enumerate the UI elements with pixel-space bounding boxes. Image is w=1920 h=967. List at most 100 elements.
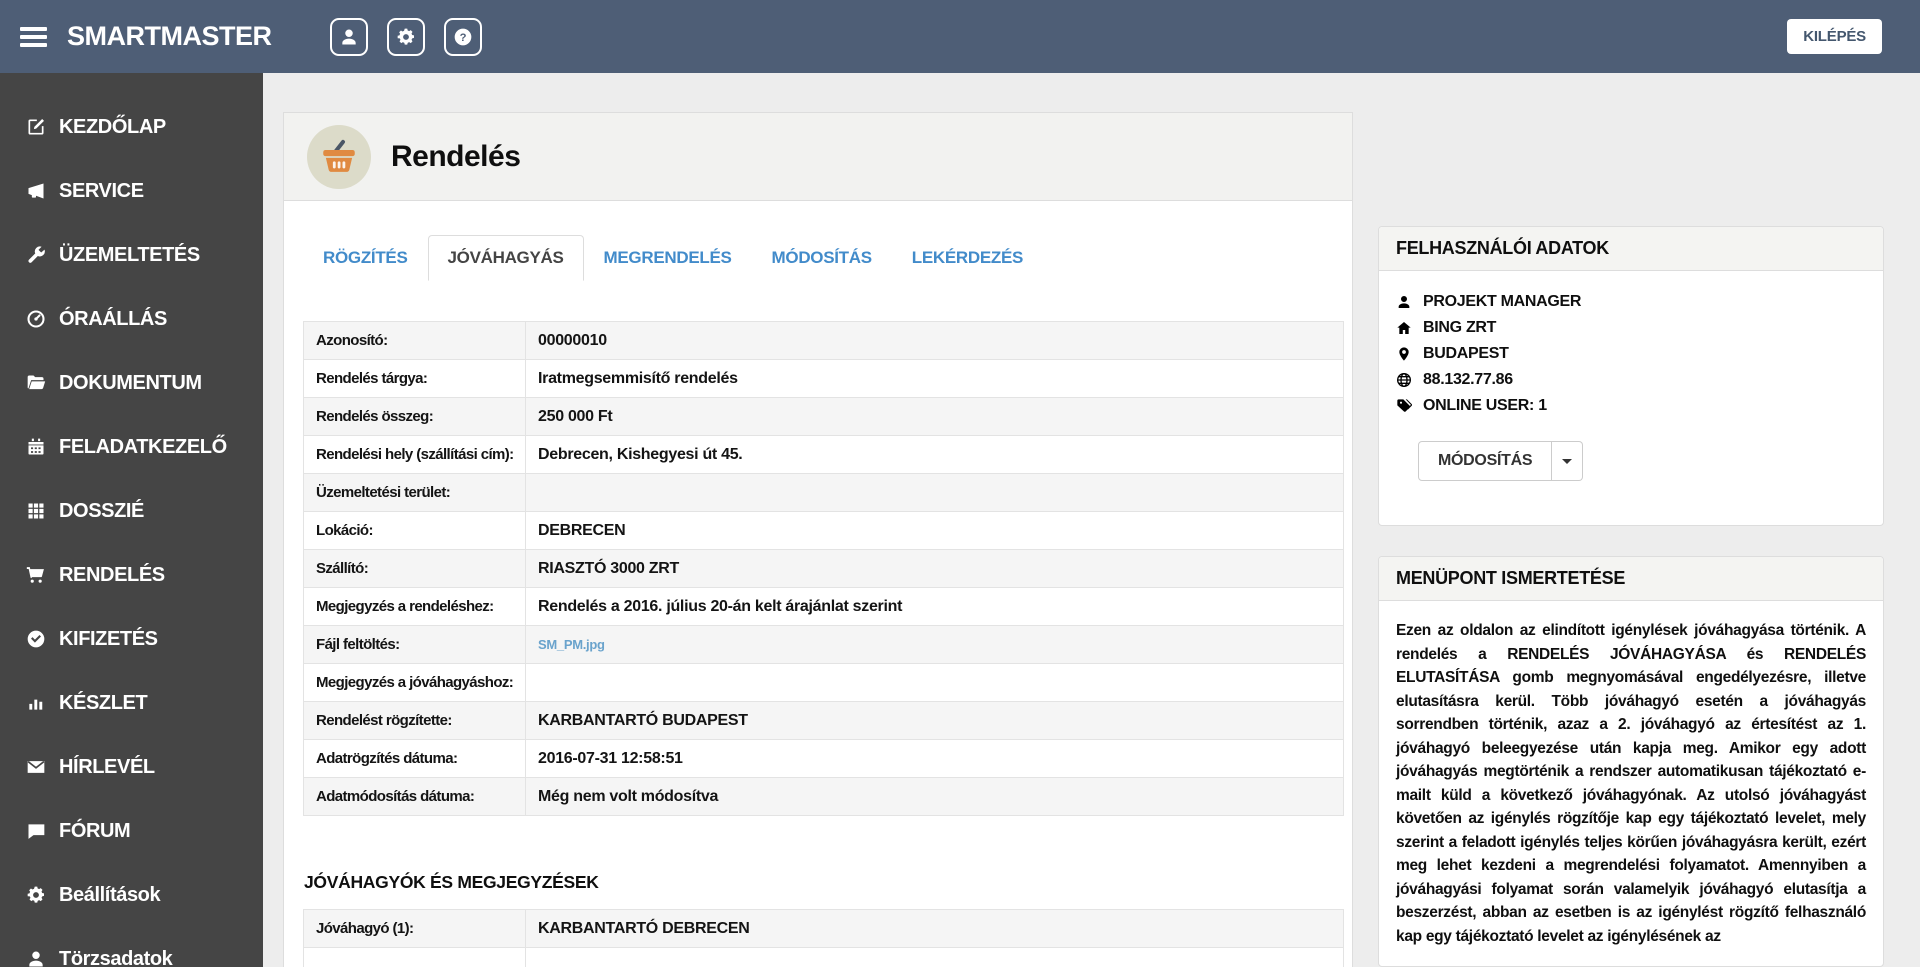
sidebar-item-feladatkezelo[interactable]: FELADATKEZELŐ <box>0 415 263 479</box>
user-button[interactable] <box>329 17 368 56</box>
order-details-table: Azonosító: 00000010 Rendelés tárgya: Iratme… <box>303 321 1344 816</box>
sidebar-item-dosszie[interactable]: DOSSZIÉ <box>0 479 263 543</box>
globe-icon <box>1397 373 1411 387</box>
field-value: SM_PM.jpg <box>525 625 1344 664</box>
field-label: Rendelés tárgya: <box>303 359 526 398</box>
field-label: Üzemeltetési terület: <box>303 473 526 512</box>
detail-row: Fájl feltöltés: SM_PM.jpg <box>303 625 1344 664</box>
folder-icon <box>27 375 46 390</box>
user-data-item: 88.132.77.86 <box>1396 367 1866 393</box>
tab-lekerdezes[interactable]: LEKÉRDEZÉS <box>892 235 1043 281</box>
sidebar-item-keszlet[interactable]: KÉSZLET <box>0 671 263 735</box>
field-label: Adatrögzítés dátuma: <box>303 739 526 778</box>
file-link[interactable]: SM_PM.jpg <box>538 637 605 652</box>
content-area: Rendelés RÖGZÍTÉS JÓVÁHAGYÁS MEGRENDELÉS MÓ… <box>263 73 1920 967</box>
sidebar-item-label: FELADATKEZELŐ <box>59 435 227 458</box>
field-value <box>525 473 1344 512</box>
wrench-icon <box>28 246 45 263</box>
settings-button[interactable] <box>386 17 425 56</box>
sidebar-item-torzsadatok[interactable]: Törzsadatok <box>0 927 263 967</box>
approver-row: Jóváhagyó (1): KARBANTARTÓ DEBRECEN <box>303 909 1344 948</box>
tab-modositas[interactable]: MÓDOSÍTÁS <box>752 235 892 281</box>
detail-row: Üzemeltetési terület: <box>303 473 1344 512</box>
sidebar-item-forum[interactable]: FÓRUM <box>0 799 263 863</box>
help-button[interactable]: ? <box>443 17 482 56</box>
sidebar-item-label: Törzsadatok <box>59 947 173 967</box>
sidebar-item-label: Beállítások <box>59 883 161 906</box>
sidebar-item-rendeles[interactable]: RENDELÉS <box>0 543 263 607</box>
sidebar-item-label: KIFIZETÉS <box>59 627 158 650</box>
sidebar-item-kifizetes[interactable]: KIFIZETÉS <box>0 607 263 671</box>
sidebar: KEZDŐLAP SERVICE ÜZEMELTETÉS ÓRAÁLLÁS DOKUME… <box>0 73 263 967</box>
sidebar-item-hirlevel[interactable]: HÍRLEVÉL <box>0 735 263 799</box>
menu-icon[interactable] <box>20 23 47 51</box>
user-data-item: PROJEKT MANAGER <box>1396 289 1866 315</box>
field-label: Jóváhagyó (1): <box>303 909 526 948</box>
user-icon <box>341 29 356 44</box>
field-label: Megjegyzés a jóváhagyáshoz: <box>303 663 526 702</box>
detail-row: Adatrögzítés dátuma: 2016-07-31 12:58:51 <box>303 739 1344 778</box>
field-value: 2016-07-31 12:58:51 <box>525 739 1344 778</box>
approver-row <box>303 947 1344 967</box>
detail-row: Megjegyzés a rendeléshez: Rendelés a 2016… <box>303 587 1344 626</box>
gear-icon <box>397 28 414 45</box>
modify-dropdown-button[interactable] <box>1552 441 1584 481</box>
logout-button[interactable]: KILÉPÉS <box>1787 19 1882 54</box>
question-icon: ? <box>454 28 471 45</box>
user-icon <box>1398 296 1410 308</box>
menu-info-panel-title: MENÜPONT ISMERTETÉSE <box>1379 557 1883 601</box>
home-icon <box>1397 322 1411 334</box>
map-marker-icon <box>1399 347 1409 361</box>
user-data-item: BUDAPEST <box>1396 341 1866 367</box>
tags-icon <box>1397 399 1412 412</box>
detail-row: Lokáció: DEBRECEN <box>303 511 1344 550</box>
field-value: Rendelés a 2016. július 20-án kelt árajá… <box>525 587 1344 626</box>
field-value: Iratmegsemmisítő rendelés <box>525 359 1344 398</box>
user-data-panel-title: FELHASZNÁLÓI ADATOK <box>1379 227 1883 271</box>
user-data-item: BING ZRT <box>1396 315 1866 341</box>
sidebar-item-label: DOSSZIÉ <box>59 499 144 522</box>
user-data-text: BUDAPEST <box>1423 345 1509 362</box>
detail-row: Rendelés összeg: 250 000 Ft <box>303 397 1344 436</box>
sidebar-item-dokumentum[interactable]: DOKUMENTUM <box>0 351 263 415</box>
menu-info-panel: MENÜPONT ISMERTETÉSE Ezen az oldalon az … <box>1378 556 1884 967</box>
sidebar-item-label: ÓRAÁLLÁS <box>59 307 167 330</box>
approvers-heading: JÓVÁHAGYÓK ÉS MEGJEGYZÉSEK <box>304 872 599 892</box>
field-value: KARBANTARTÓ DEBRECEN <box>525 909 1344 948</box>
user-data-panel: FELHASZNÁLÓI ADATOK PROJEKT MANAGER BING … <box>1378 226 1884 526</box>
sidebar-item-kezdolap[interactable]: KEZDŐLAP <box>0 95 263 159</box>
user-data-text: PROJEKT MANAGER <box>1423 293 1582 310</box>
order-card: Rendelés RÖGZÍTÉS JÓVÁHAGYÁS MEGRENDELÉS MÓ… <box>283 112 1353 967</box>
envelope-icon <box>27 760 45 773</box>
caret-down-icon <box>1562 458 1573 464</box>
field-value: Még nem volt módosítva <box>525 777 1344 816</box>
sidebar-item-oraallas[interactable]: ÓRAÁLLÁS <box>0 287 263 351</box>
sidebar-item-label: KÉSZLET <box>59 691 148 714</box>
sidebar-item-label: DOKUMENTUM <box>59 371 202 394</box>
sidebar-item-service[interactable]: SERVICE <box>0 159 263 223</box>
detail-row: Azonosító: 00000010 <box>303 321 1344 360</box>
modify-button[interactable]: MÓDOSÍTÁS <box>1418 441 1553 481</box>
detail-row: Rendelést rögzítette: KARBANTARTÓ BUDAPES… <box>303 701 1344 740</box>
field-value: 00000010 <box>525 321 1344 360</box>
tab-rogzites[interactable]: RÖGZÍTÉS <box>303 235 428 281</box>
tab-megrendeles[interactable]: MEGRENDELÉS <box>584 235 752 281</box>
calendar-icon <box>28 438 44 455</box>
detail-row: Szállító: RIASZTÓ 3000 ZRT <box>303 549 1344 588</box>
topbar: SMARTMASTER ? KILÉPÉS <box>0 0 1920 73</box>
cart-icon <box>26 567 44 583</box>
field-label: Rendelést rögzítette: <box>303 701 526 740</box>
tab-jovahagyas[interactable]: JÓVÁHAGYÁS <box>427 235 584 281</box>
sidebar-item-beallitasok[interactable]: Beállítások <box>0 863 263 927</box>
user-icon <box>29 951 43 967</box>
sidebar-item-uzemeltetes[interactable]: ÜZEMELTETÉS <box>0 223 263 287</box>
gear-icon <box>27 886 44 903</box>
field-value: 250 000 Ft <box>525 397 1344 436</box>
field-label: Lokáció: <box>303 511 526 550</box>
order-card-body: RÖGZÍTÉS JÓVÁHAGYÁS MEGRENDELÉS MÓDOSÍTÁS LE… <box>284 201 1352 967</box>
field-label: Fájl feltöltés: <box>303 625 526 664</box>
user-data-text: BING ZRT <box>1423 319 1497 336</box>
basket-icon <box>307 124 371 189</box>
user-data-panel-body: PROJEKT MANAGER BING ZRT BUDAPEST 88.132.77… <box>1379 271 1883 525</box>
app-brand: SMARTMASTER <box>67 21 272 51</box>
